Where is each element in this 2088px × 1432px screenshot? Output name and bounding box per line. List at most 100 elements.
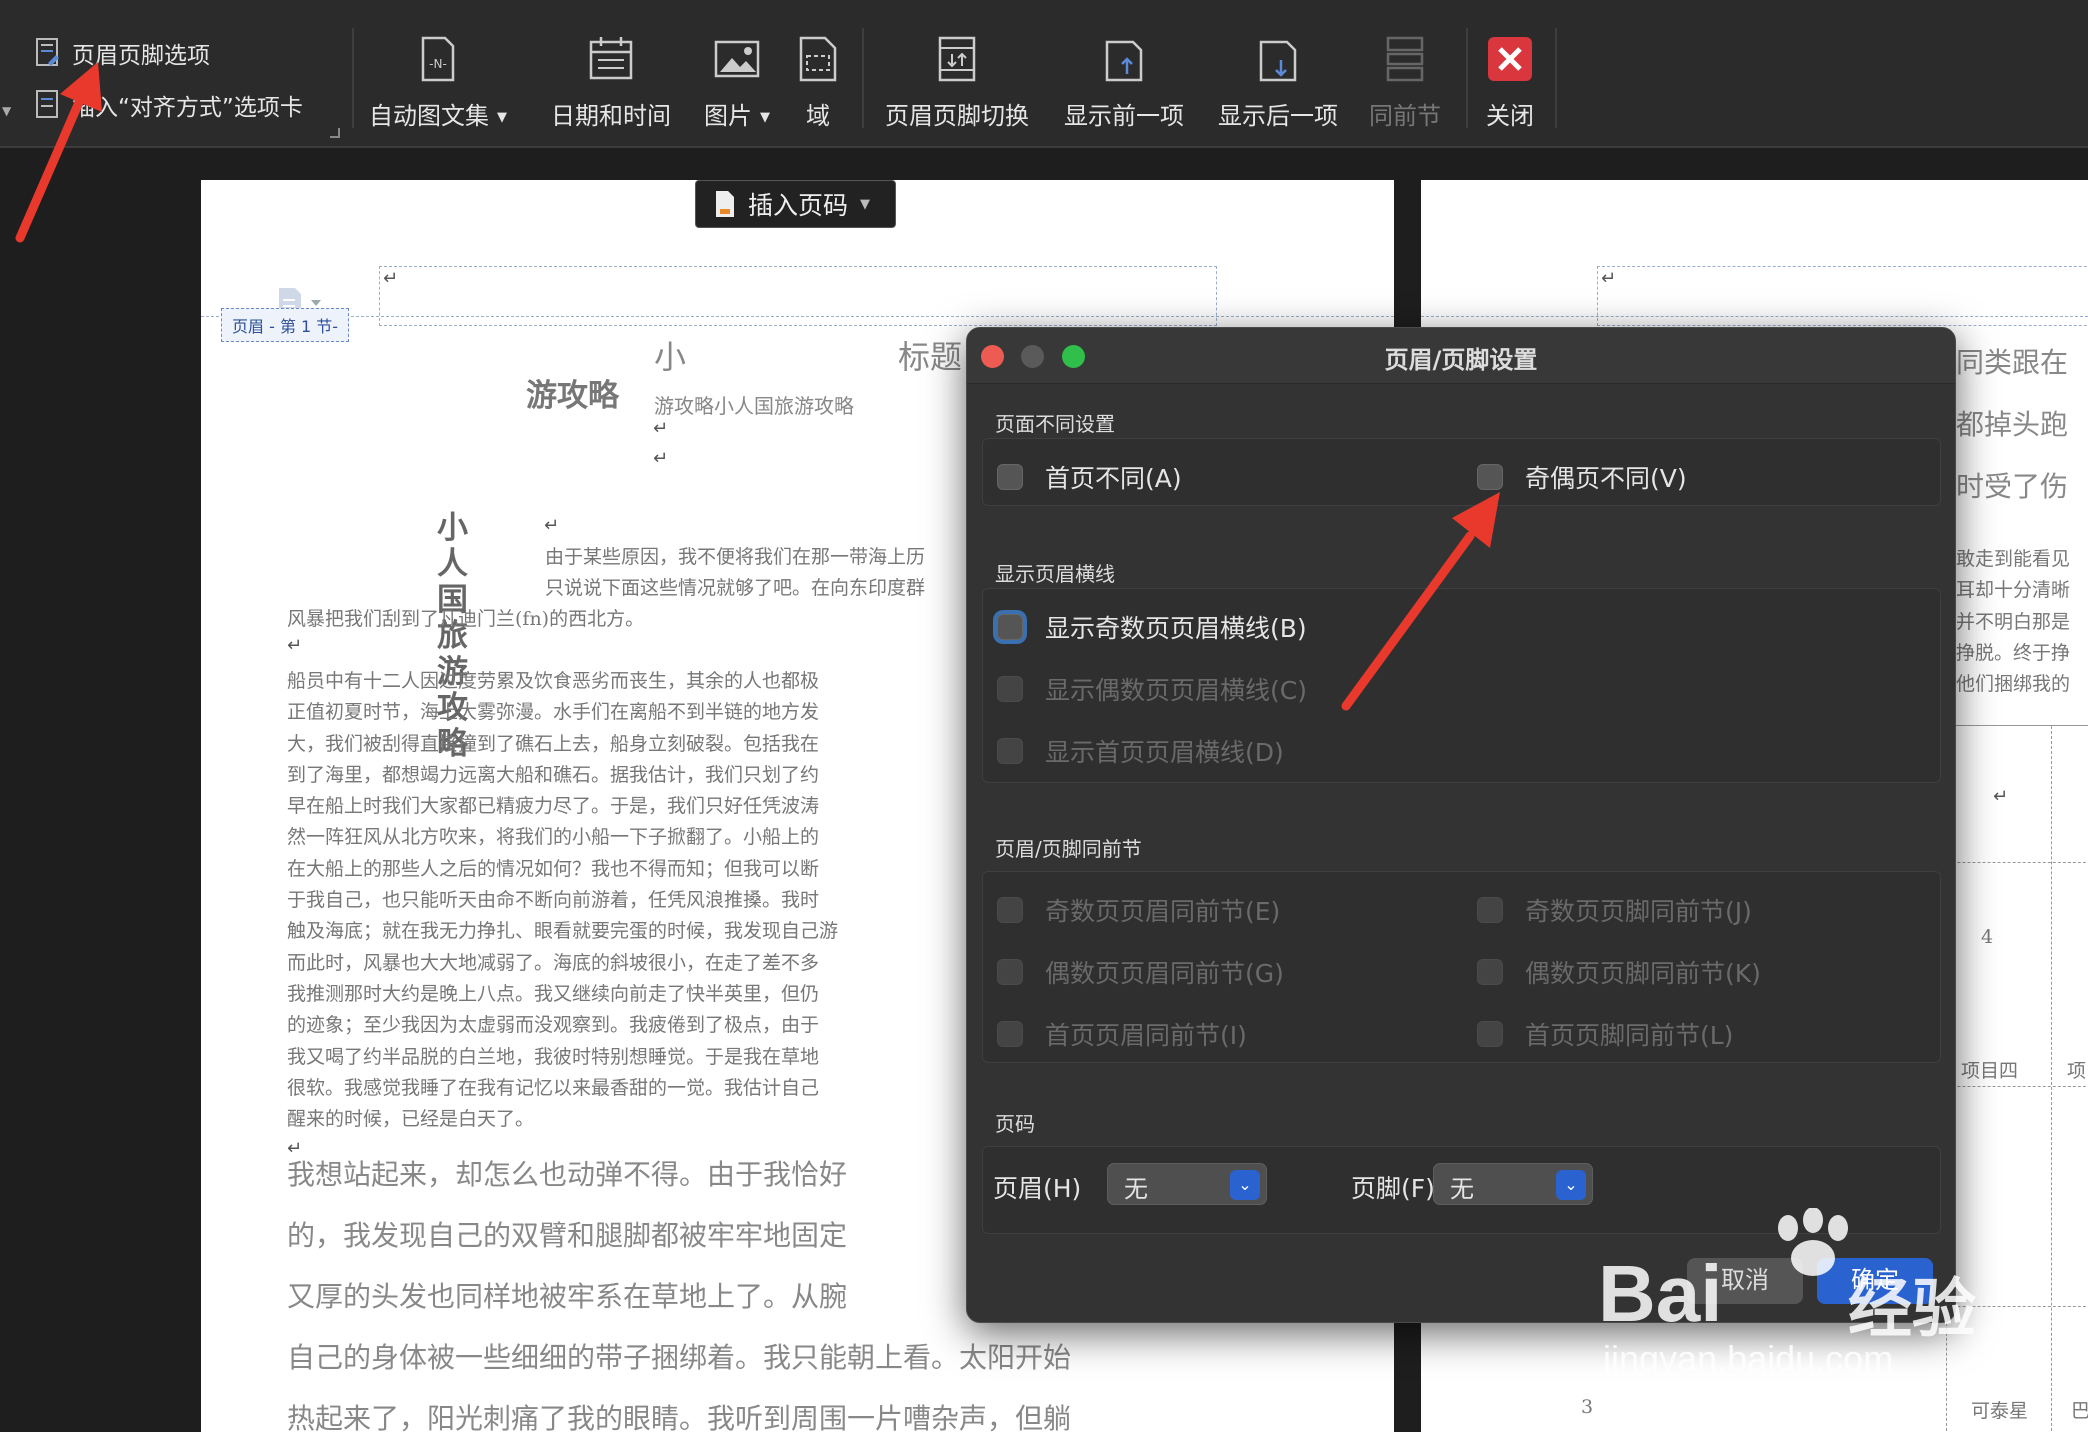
insert-page-number-button[interactable]: 插入页码 ▼ <box>695 180 896 228</box>
show-previous-button[interactable]: 显示前一项 <box>1049 34 1199 131</box>
checkbox-label: 奇偶页不同(V) <box>1525 464 1687 493</box>
checkbox-box <box>997 614 1023 640</box>
header-footer-switch-label: 页眉页脚切换 <box>885 102 1029 130</box>
text-line: 敢走到能看见 <box>1956 548 2071 570</box>
first-footer-same-checkbox: 首页页脚同前节(L) <box>1477 1016 1733 1052</box>
align-tab-icon <box>36 90 58 118</box>
checkbox-box <box>997 738 1023 764</box>
paragraph-mark: ↵ <box>653 418 669 439</box>
paragraph-mark: ↵ <box>287 635 303 656</box>
page-number-group: 页眉(H) 无 ⌄ 页脚(F) 无 ⌄ <box>982 1146 1941 1234</box>
insert-page-number-label: 插入页码 <box>748 191 849 220</box>
even-footer-same-checkbox: 偶数页页脚同前节(K) <box>1477 954 1761 990</box>
subtitle: 游攻略 <box>526 378 619 414</box>
footer-pn-select[interactable]: 无 ⌄ <box>1433 1163 1593 1205</box>
checkbox-label: 奇数页页脚同前节(J) <box>1525 897 1752 926</box>
table-cell: 可泰星 <box>1971 1400 2029 1422</box>
page-diff-group: 首页不同(A) 奇偶页不同(V) <box>982 438 1941 506</box>
checkbox-label: 首页页脚同前节(L) <box>1525 1021 1734 1050</box>
checkbox-box <box>1477 897 1503 923</box>
header-edit-area-2[interactable] <box>1597 266 2088 326</box>
header-boundary-line <box>201 316 1394 317</box>
text-line: 同类跟在 <box>1956 346 2069 379</box>
odd-even-diff-checkbox[interactable]: 奇偶页不同(V) <box>1477 459 1687 495</box>
header-footer-settings-dialog: 页眉/页脚设置 页面不同设置 首页不同(A) 奇偶页不同(V) 显示页眉横线 显… <box>966 327 1956 1323</box>
header-pn-select[interactable]: 无 ⌄ <box>1107 1163 1267 1205</box>
table-cell: 4 <box>1981 926 1994 948</box>
section-label-page-number: 页码 <box>995 1112 1035 1136</box>
insert-align-tab-label: 插入“对齐方式”选项卡 <box>72 95 303 121</box>
checkbox-label: 首页不同(A) <box>1045 464 1182 493</box>
odd-footer-same-checkbox: 奇数页页脚同前节(J) <box>1477 892 1752 928</box>
show-even-header-line-checkbox: 显示偶数页页眉横线(C) <box>997 671 1307 707</box>
table-divider <box>2051 726 2052 1432</box>
checkbox-box <box>997 959 1023 985</box>
show-previous-icon <box>1105 40 1143 82</box>
collapse-caret-icon[interactable]: ▼ <box>2 104 11 118</box>
insert-align-tab-button[interactable]: 插入“对齐方式”选项卡 <box>34 88 303 122</box>
table-cell: 3 <box>1581 1396 1594 1418</box>
field-icon <box>799 36 837 82</box>
toolbar-separator <box>862 28 864 128</box>
header-footer-toolbar: 页眉页脚选项 插入“对齐方式”选项卡 ▼ -N- 自动图文集 ▼ 日期和时间 图片… <box>0 0 2088 148</box>
show-next-label: 显示后一项 <box>1218 102 1338 130</box>
header-footer-options-button[interactable]: 页眉页脚选项 <box>34 36 210 70</box>
checkbox-box <box>997 897 1023 923</box>
paragraph-mark: ↵ <box>1993 786 2009 807</box>
ok-button[interactable]: 确定 <box>1817 1258 1933 1304</box>
text-line: 耳却十分清晰 <box>1956 579 2071 602</box>
svg-text:-N-: -N- <box>429 57 447 71</box>
close-header-footer-button[interactable]: 关闭 <box>1435 34 1585 131</box>
title-fragment-right: 标题 <box>898 338 963 376</box>
header-lines-group: 显示奇数页页眉横线(B) 显示偶数页页眉横线(C) 显示首页页眉横线(D) <box>982 588 1941 783</box>
table-cell: 项目 <box>2067 1060 2088 1082</box>
section-label-same-as-previous: 页眉/页脚同前节 <box>995 837 1142 861</box>
toolbar-separator <box>1555 28 1557 128</box>
field-label: 域 <box>806 102 830 130</box>
text-line: 并不明白那是 <box>1956 610 2071 633</box>
first-page-diff-checkbox[interactable]: 首页不同(A) <box>997 459 1182 495</box>
section-label-page-diff: 页面不同设置 <box>995 412 1115 436</box>
same-as-previous-group: 奇数页页眉同前节(E) 奇数页页脚同前节(J) 偶数页页眉同前节(G) 偶数页页… <box>982 871 1941 1063</box>
text-line: 热起来了，阳光刺痛了我的眼睛。我听到周围一片嘈杂声，但躺 <box>287 1402 1072 1432</box>
cancel-button[interactable]: 取消 <box>1687 1258 1803 1304</box>
checkbox-label: 首页页眉同前节(I) <box>1045 1021 1247 1050</box>
field-button[interactable]: 域 <box>743 34 893 131</box>
checkbox-box <box>1477 1021 1503 1047</box>
dialog-titlebar: 页眉/页脚设置 <box>967 328 1955 384</box>
select-value: 无 <box>1124 1175 1148 1203</box>
checkbox-label: 显示首页页眉横线(D) <box>1045 738 1284 767</box>
footer-pn-label: 页脚(F) <box>1351 1174 1435 1203</box>
show-odd-header-line-checkbox[interactable]: 显示奇数页页眉横线(B) <box>997 609 1307 645</box>
same-as-previous-label: 同前节 <box>1369 102 1441 130</box>
header-footer-switch-button[interactable]: 页眉页脚切换 <box>882 34 1032 131</box>
checkbox-label: 偶数页页眉同前节(G) <box>1045 959 1284 988</box>
paragraph-mark: ↵ <box>653 448 669 469</box>
paragraph-mark: ↵ <box>1601 268 1617 289</box>
close-icon <box>1488 37 1532 81</box>
date-time-label: 日期和时间 <box>551 102 671 130</box>
header-edit-area[interactable] <box>379 266 1217 326</box>
chevron-down-icon: ⌄ <box>1230 1170 1260 1200</box>
text-line: 时受了伤 <box>1956 470 2069 503</box>
page2-small-text: 敢走到能看见 耳却十分清晰 并不明白那是 挣脱。终于挣 他们捆绑我的 <box>1956 544 2070 700</box>
calendar-icon <box>589 37 633 80</box>
show-first-header-line-checkbox: 显示首页页眉横线(D) <box>997 733 1284 769</box>
odd-header-same-checkbox: 奇数页页眉同前节(E) <box>997 892 1280 928</box>
header-footer-options-label: 页眉页脚选项 <box>72 43 210 69</box>
autotext-icon: -N- <box>421 36 455 82</box>
even-header-same-checkbox: 偶数页页眉同前节(G) <box>997 954 1284 990</box>
header-section-tag: 页眉 - 第 1 节- <box>221 308 350 342</box>
same-as-previous-icon <box>1386 36 1424 82</box>
dialog-title: 页眉/页脚设置 <box>1384 346 1538 374</box>
header-footer-options-icon <box>36 38 59 66</box>
checkbox-label: 偶数页页脚同前节(K) <box>1525 959 1761 988</box>
group-expander-icon[interactable] <box>330 128 340 138</box>
checkbox-box <box>997 1021 1023 1047</box>
autotext-button[interactable]: -N- 自动图文集 ▼ <box>363 34 513 131</box>
checkbox-box <box>997 464 1023 490</box>
subtitle-small: 游攻略小人国旅游攻略 <box>654 394 854 418</box>
show-previous-label: 显示前一项 <box>1064 102 1184 130</box>
show-next-icon <box>1259 40 1297 82</box>
title-fragment-left: 小 <box>654 338 687 376</box>
